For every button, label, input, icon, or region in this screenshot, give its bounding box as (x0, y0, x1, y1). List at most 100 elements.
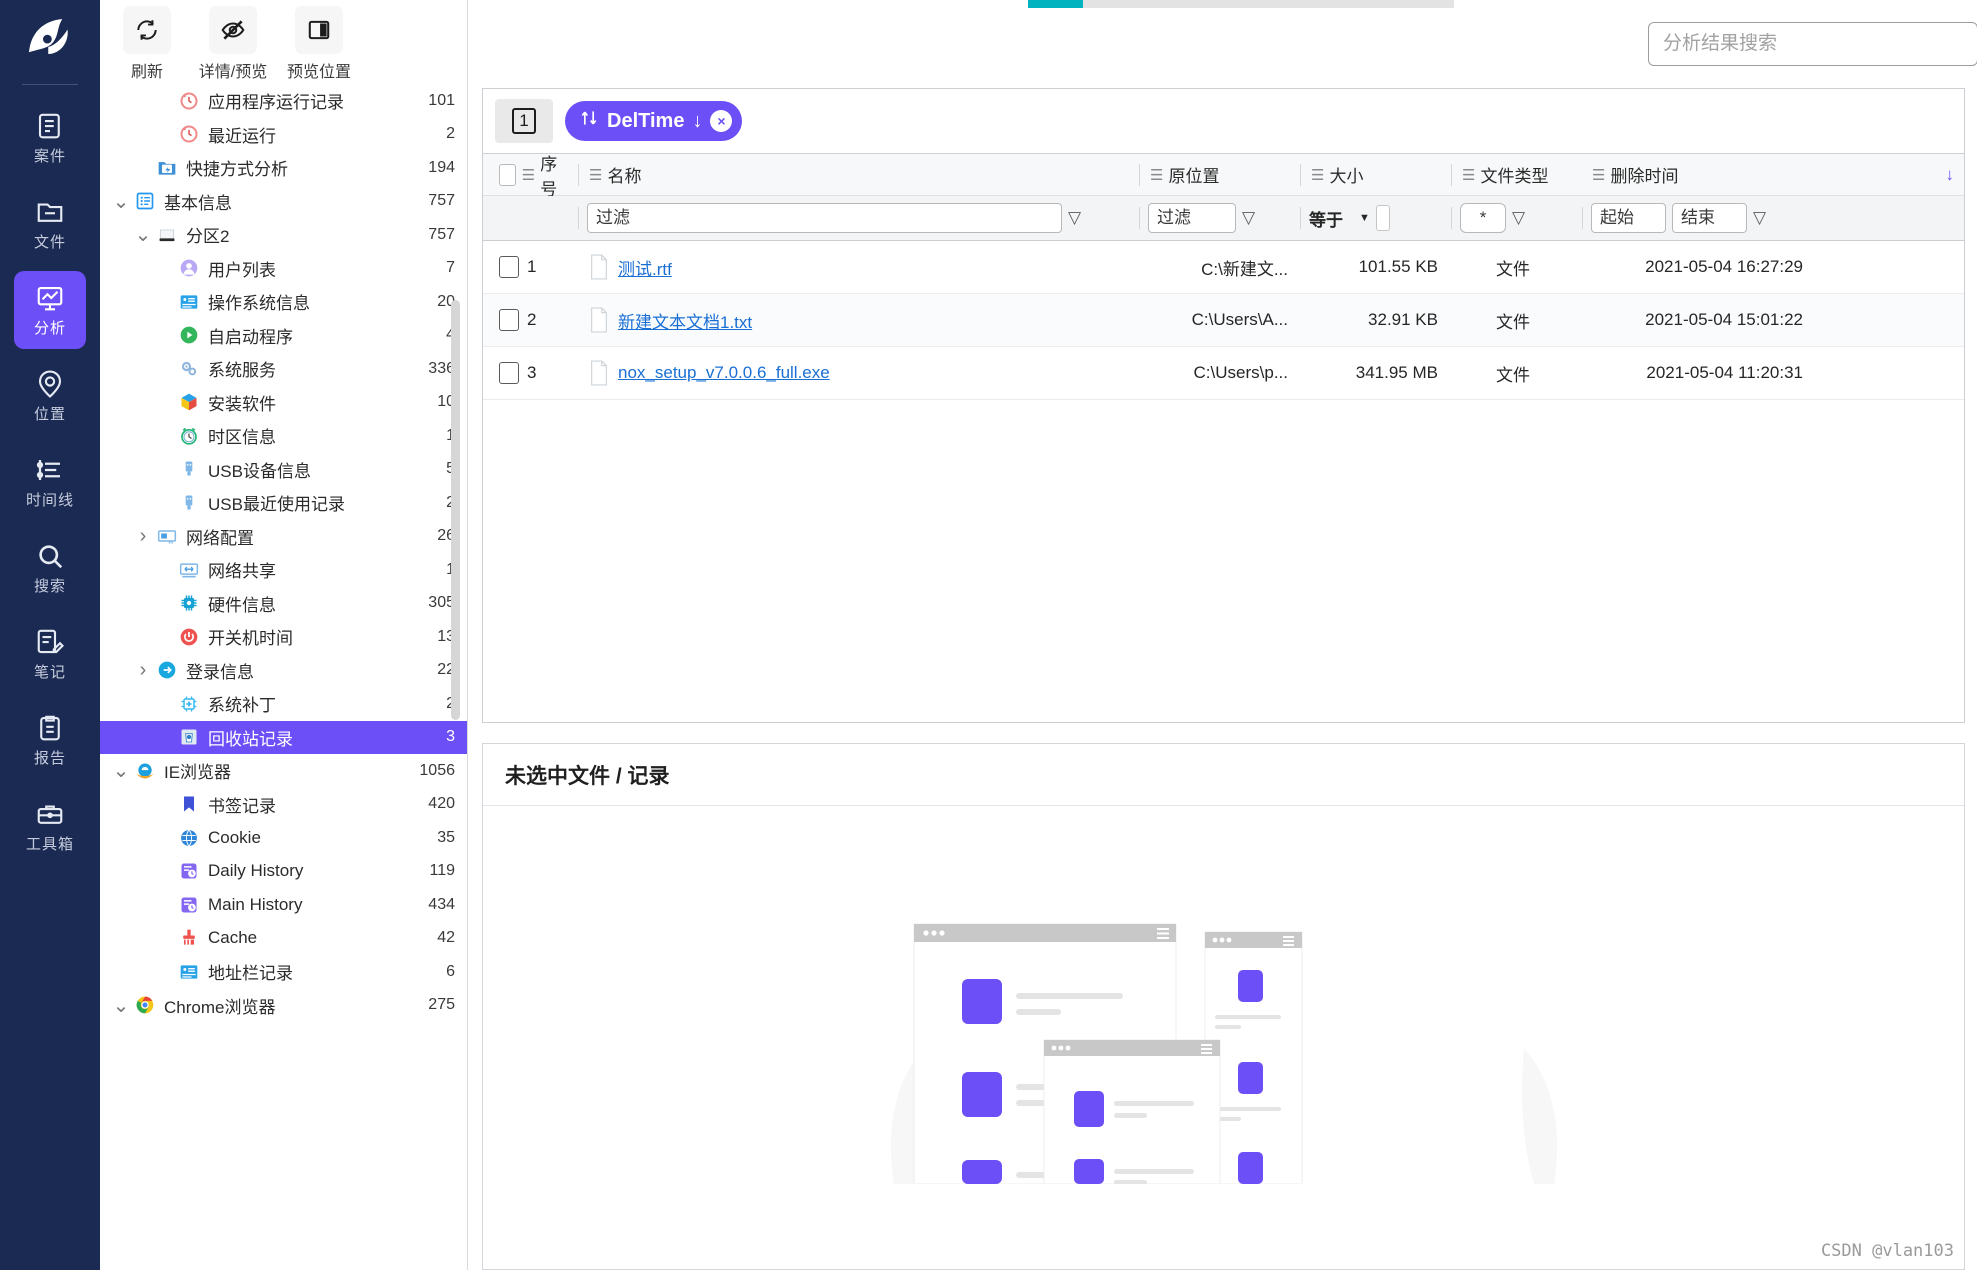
sidebar-item-analysis[interactable]: 分析 (14, 271, 86, 349)
tree-node-count: 3 (446, 728, 455, 746)
tree-node[interactable]: 系统服务 336 (100, 352, 467, 386)
analysis-tree[interactable]: 应用程序运行记录 101 最近运行 2 快捷方式分析 194 ⌄ 基本信息 757 ⌄ 分区2 757… (100, 82, 467, 1270)
tree-node[interactable]: 自启动程序4 (100, 319, 467, 353)
table-row[interactable]: 3 nox_setup_v7.0.0.6_full.exe C:\Users\p..… (483, 347, 1964, 400)
sort-chip-deltime[interactable]: DelTime ↓ × (565, 101, 743, 141)
column-header-name[interactable]: ☰ 名称 (579, 154, 1139, 195)
file-name-link[interactable]: nox_setup_v7.0.0.6_full.exe (618, 363, 830, 383)
clock-red-icon (176, 91, 202, 111)
column-header-label: 原位置 (1168, 167, 1220, 186)
tree-scrollbar[interactable] (451, 300, 460, 720)
filter-size-operator-select[interactable]: 等于 ▼ (1309, 206, 1370, 231)
tree-node[interactable]: 地址栏记录 6 (100, 955, 467, 989)
sidebar-item-toolbox[interactable]: 工具箱 (14, 787, 86, 865)
tree-node[interactable]: USB最近使用记录2 (100, 486, 467, 520)
tree-node[interactable]: ⌄ Chrome浏览器 275 (100, 989, 467, 1023)
tree-node-label: Cookie (208, 827, 261, 847)
filter-location-input[interactable]: 过滤 (1148, 203, 1236, 233)
chevron-right-icon[interactable]: › (132, 525, 154, 548)
column-menu-icon[interactable]: ☰ (1311, 166, 1324, 184)
table-row[interactable]: 2 新建文本文档1.txt C:\Users\A... 32.91 KB 文件 2021-… (483, 294, 1964, 347)
refresh-button[interactable]: 刷新 (112, 6, 182, 82)
tree-node[interactable]: ⌄ IE浏览器 1056 (100, 754, 467, 788)
tree-node[interactable]: 回收站记录 3 (100, 720, 467, 754)
sidebar-item-label: 文件 (33, 233, 66, 251)
table-row[interactable]: 1 测试.rtf C:\新建文... 101.55 KB 文件 2021-05-04 16… (483, 241, 1964, 294)
sidebar-item-report[interactable]: 报告 (14, 701, 86, 779)
column-menu-icon[interactable]: ☰ (589, 166, 602, 184)
filter-time-end-input[interactable]: 结束 (1672, 203, 1747, 233)
tree-node[interactable]: 书签记录 420 (100, 788, 467, 822)
chevron-right-icon[interactable]: › (132, 659, 154, 682)
result-tab-1[interactable]: 1 (495, 99, 553, 143)
tree-node[interactable]: 安装软件 10 (100, 386, 467, 420)
filter-funnel-icon[interactable]: ▽ (1512, 208, 1525, 228)
folder-icon (35, 197, 65, 227)
tree-node[interactable]: USB设备信息5 (100, 453, 467, 487)
tree-node[interactable]: Cookie 35 (100, 821, 467, 855)
filter-name-input[interactable]: 过滤 (587, 203, 1062, 233)
file-name-link[interactable]: 测试.rtf (618, 255, 672, 280)
chevron-down-icon[interactable]: ⌄ (132, 222, 154, 247)
chevron-down-icon[interactable]: ⌄ (110, 758, 132, 783)
tree-node[interactable]: 操作系统信息 20 (100, 285, 467, 319)
sidebar-item-location[interactable]: 位置 (14, 357, 86, 435)
tree-node[interactable]: 快捷方式分析 194 (100, 151, 467, 185)
power-icon (176, 627, 202, 647)
sidebar-item-case[interactable]: 案件 (14, 99, 86, 177)
column-header-size[interactable]: ☰ 大小 (1301, 154, 1451, 195)
tree-node[interactable]: 最近运行 2 (100, 118, 467, 152)
close-icon[interactable]: × (710, 110, 733, 132)
tree-node[interactable]: › 登录信息 22 (100, 654, 467, 688)
tree-node[interactable]: Daily History 119 (100, 855, 467, 889)
sidebar-item-timeline[interactable]: 时间线 (14, 443, 86, 521)
chevron-down-icon[interactable]: ⌄ (110, 993, 132, 1018)
column-header-index[interactable]: ☰ 序号 (483, 154, 578, 199)
sidebar-item-search[interactable]: 搜索 (14, 529, 86, 607)
column-header-location[interactable]: ☰ 原位置 (1140, 154, 1300, 195)
eye-off-icon (209, 6, 257, 54)
filter-time-start-input[interactable]: 起始 (1591, 203, 1666, 233)
column-header-filetype[interactable]: ☰ 文件类型 (1452, 154, 1582, 195)
tree-node[interactable]: 应用程序运行记录 101 (100, 84, 467, 118)
tree-node[interactable]: 用户列表 7 (100, 252, 467, 286)
tree-node[interactable]: 时区信息1 (100, 419, 467, 453)
detail-preview-toggle-button[interactable]: 详情/预览 (198, 6, 268, 82)
sidebar-item-files[interactable]: 文件 (14, 185, 86, 263)
filter-funnel-icon[interactable]: ▽ (1242, 208, 1255, 228)
column-menu-icon[interactable]: ☰ (1592, 166, 1605, 184)
file-name-link[interactable]: 新建文本文档1.txt (618, 308, 752, 333)
filter-funnel-icon[interactable]: ▽ (1068, 208, 1081, 228)
file-icon (588, 254, 610, 280)
search-input[interactable]: 分析结果搜索 (1648, 22, 1977, 66)
tree-node[interactable]: 系统补丁2 (100, 687, 467, 721)
filter-funnel-icon[interactable]: ▽ (1753, 208, 1766, 228)
row-checkbox[interactable] (499, 309, 519, 331)
tree-node[interactable]: Cache 42 (100, 922, 467, 956)
tree-node[interactable]: 网络共享1 (100, 553, 467, 587)
sort-direction-indicator[interactable]: ↓ (1787, 154, 1964, 195)
tree-toolbar: 刷新 详情/预览 预览位置 (100, 0, 467, 82)
column-header-deltime[interactable]: ☰ 删除时间 (1582, 154, 1787, 195)
preview-position-label: 预览位置 (286, 64, 351, 81)
row-checkbox[interactable] (499, 256, 519, 278)
tree-node[interactable]: ⌄ 分区2 757 (100, 218, 467, 252)
sidebar-item-notes[interactable]: 笔记 (14, 615, 86, 693)
filter-filetype-input[interactable]: * (1460, 203, 1506, 233)
tree-node[interactable]: Main History 434 (100, 888, 467, 922)
tree-node[interactable]: 开关机时间 13 (100, 620, 467, 654)
tree-node[interactable]: ⌄ 基本信息 757 (100, 185, 467, 219)
column-menu-icon[interactable]: ☰ (1462, 166, 1475, 184)
chevron-down-icon[interactable]: ⌄ (110, 189, 132, 214)
filter-size-input[interactable] (1375, 205, 1390, 231)
preview-position-button[interactable]: 预览位置 (284, 6, 354, 82)
disk-icon (154, 225, 180, 245)
select-all-checkbox[interactable] (499, 163, 516, 186)
tree-node[interactable]: › 网络配置 26 (100, 520, 467, 554)
column-menu-icon[interactable]: ☰ (1150, 166, 1163, 184)
row-filetype-cell: 文件 (1496, 259, 1530, 279)
row-checkbox[interactable] (499, 362, 519, 384)
tree-node[interactable]: 硬件信息 305 (100, 587, 467, 621)
row-index: 3 (527, 363, 537, 382)
column-menu-icon[interactable]: ☰ (522, 166, 535, 184)
